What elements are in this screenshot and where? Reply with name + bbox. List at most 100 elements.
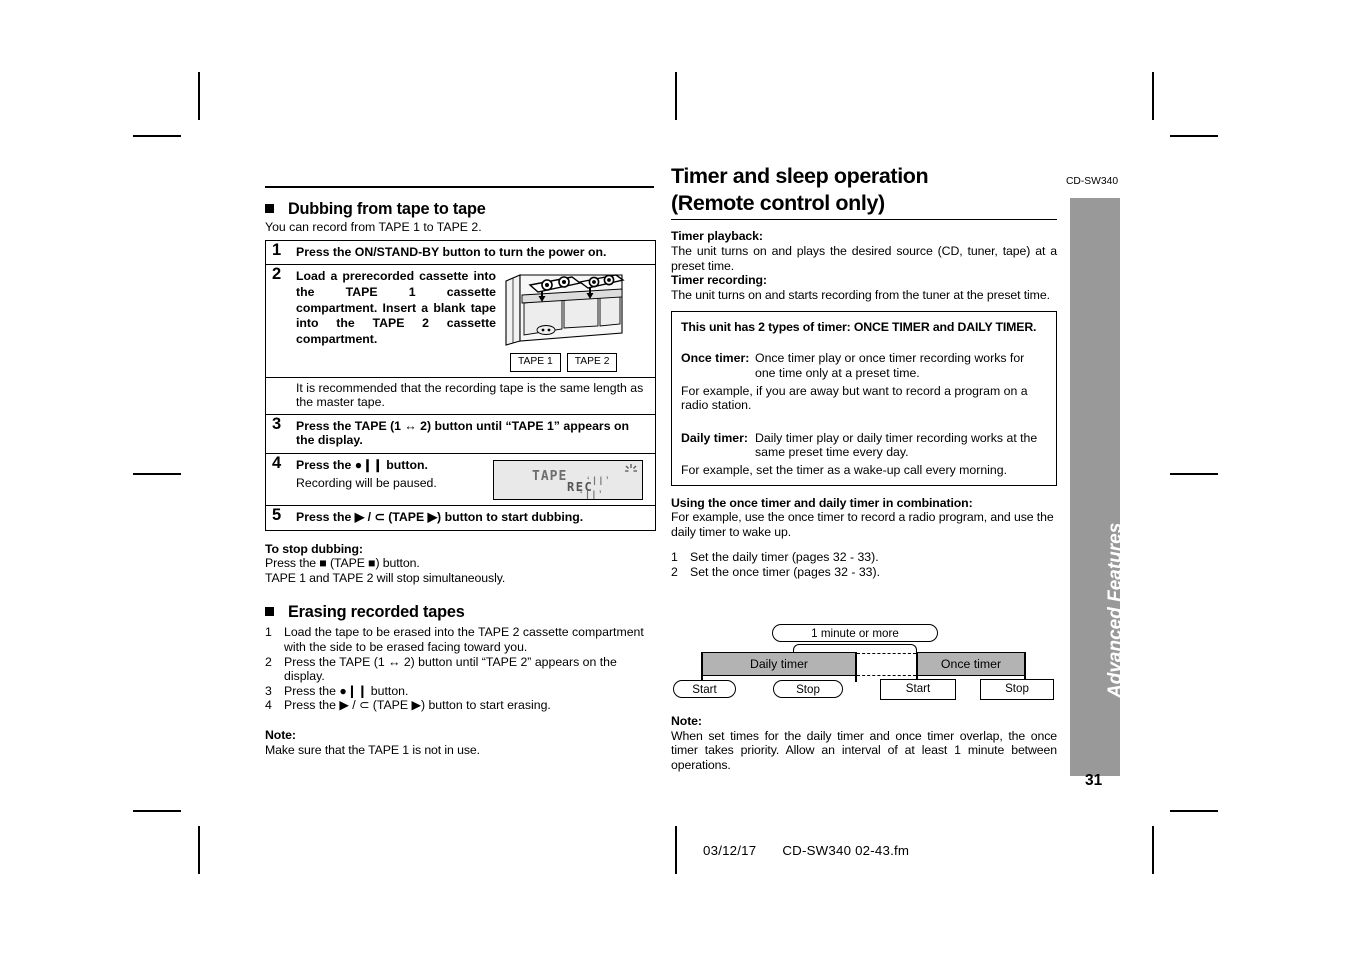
once-timer-desc: Once timer play or once timer recording …	[755, 351, 1025, 380]
step-text: Press the ●❙❙ button.	[296, 458, 428, 473]
lcd-display-figure: TAPE REC ‘ | | ’ ‘ | | ’	[493, 460, 643, 501]
list-number: 4	[265, 698, 272, 713]
erasing-note-block: Note: Make sure that the TAPE 1 is not i…	[265, 728, 654, 757]
once-timer-label: Once timer:	[681, 351, 750, 366]
dubbing-step-2: 2 Load a prerecorded cassette into the T…	[266, 265, 655, 378]
crop-mark-bottom-center-v	[675, 826, 677, 874]
crop-mark-mid-right-h	[1170, 473, 1218, 475]
left-column: Dubbing from tape to tape You can record…	[265, 186, 656, 757]
crop-mark-top-right-h	[1170, 135, 1218, 137]
bullet-square-icon	[265, 607, 274, 617]
page-title: Timer and sleep operation (Remote contro…	[671, 163, 1057, 216]
page-title-line-1: Timer and sleep operation	[671, 164, 929, 188]
once-timer-example: For example, if you are away but want to…	[681, 383, 1028, 413]
step-text-with-display: Press the ●❙❙ button. Recording will be …	[296, 454, 655, 505]
dubbing-step-1: 1 Press the ON/STAND-BY button to turn t…	[266, 241, 655, 266]
combination-steps-list: 1 Set the daily timer (pages 32 - 33). 2…	[671, 550, 1057, 579]
step-subtext: Recording will be paused.	[296, 475, 437, 490]
stop-dubbing-line-2: TAPE 1 and TAPE 2 will stop simultaneous…	[265, 570, 506, 585]
list-number: 2	[265, 654, 272, 669]
timer-recording-text: The unit turns on and starts recording f…	[671, 287, 1050, 302]
once-stop-rect: Stop	[980, 679, 1054, 700]
timer-playback-text: The unit turns on and plays the desired …	[671, 243, 1057, 273]
crop-mark-bottom-right-h	[1170, 810, 1218, 812]
daily-start-tick	[701, 652, 703, 682]
stop-dubbing-block: To stop dubbing: Press the ■ (TAPE ■) bu…	[265, 542, 654, 586]
dubbing-steps-table: 1 Press the ON/STAND-BY button to turn t…	[265, 239, 656, 531]
erasing-note-heading: Note:	[265, 727, 296, 742]
daily-timer-example: For example, set the timer as a wake-up …	[681, 462, 1007, 477]
step-number: 2	[272, 265, 282, 284]
crop-mark-top-center-v	[675, 72, 677, 120]
step-text: Press the TAPE (1 ↔ 2) button until “TAP…	[296, 418, 629, 448]
list-text: Press the ▶ / ⊂ (TAPE ▶) button to start…	[284, 698, 551, 713]
crop-mark-top-left-v	[198, 72, 200, 120]
timer-overlap-diagram: 1 minute or more Daily timer Once timer …	[665, 620, 1065, 705]
dubbing-step-3: 3 Press the TAPE (1 ↔ 2) button until “T…	[266, 414, 655, 455]
combination-heading: Using the once timer and daily timer in …	[671, 495, 973, 510]
step-text-with-figure: Load a prerecorded cassette into the TAP…	[296, 265, 655, 376]
lcd-blink-star-icon	[625, 464, 637, 472]
list-text: Load the tape to be erased into the TAPE…	[284, 625, 644, 655]
lcd-blink-top-icon: ‘ | | ’	[587, 475, 610, 486]
erasing-note-text: Make sure that the TAPE 1 is not in use.	[265, 742, 480, 757]
infobox-heading: This unit has 2 types of timer: ONCE TIM…	[681, 320, 1037, 335]
step-number: 4	[272, 454, 282, 473]
lcd-blink-bottom-icon: ‘ | | ’	[580, 489, 603, 500]
cassette-deck-illustration	[505, 274, 625, 347]
crop-mark-top-right-v	[1152, 72, 1154, 120]
manual-page: Dubbing from tape to tape You can record…	[0, 0, 1351, 954]
overlap-dashed-top	[857, 653, 916, 654]
daily-timer-desc: Daily timer play or daily timer recordin…	[755, 430, 1038, 460]
section-tab: Advanced Features	[1070, 198, 1126, 776]
crop-mark-bottom-right-v	[1152, 826, 1154, 874]
crop-mark-mid-left-h	[133, 473, 181, 475]
title-underline	[671, 219, 1057, 221]
cassette-deck-figure: TAPE 1 TAPE 2	[496, 269, 649, 372]
daily-stop-tick	[855, 652, 857, 682]
dubbing-recommendation-note: It is recommended that the recording tap…	[266, 378, 655, 415]
list-number: 1	[265, 625, 272, 640]
section-top-rule	[265, 186, 654, 189]
timer-recording-heading: Timer recording:	[671, 273, 767, 288]
list-item: 4 Press the ▶ / ⊂ (TAPE ▶) button to sta…	[265, 698, 654, 713]
tape-2-label: TAPE 2	[566, 353, 618, 372]
step-text: Load a prerecorded cassette into the TAP…	[296, 269, 496, 346]
footer-filename: CD-SW340 02-43.fm	[782, 843, 910, 858]
daily-stop-pill: Stop	[773, 680, 843, 698]
once-timer-row: Once timer: Once timer play or once time…	[681, 351, 1047, 380]
page-number: 31	[1085, 772, 1103, 789]
step-number: 5	[272, 506, 282, 525]
list-item: 1 Set the daily timer (pages 32 - 33).	[671, 550, 1057, 565]
list-text: Press the TAPE (1 ↔ 2) button until “TAP…	[284, 654, 617, 684]
erasing-steps-list: 1 Load the tape to be erased into the TA…	[265, 625, 654, 713]
list-text: Set the once timer (pages 32 - 33).	[690, 564, 881, 579]
overlap-dashed-bottom	[857, 675, 916, 676]
dubbing-heading-text: Dubbing from tape to tape	[288, 200, 486, 219]
dubbing-step-4: 4 Press the ●❙❙ button. Recording will b…	[266, 454, 655, 507]
right-column: Timer and sleep operation (Remote contro…	[671, 163, 1057, 579]
crop-mark-bottom-left-v	[198, 826, 200, 874]
step-text: Press the ▶ / ⊂ (TAPE ▶) button to start…	[296, 510, 584, 525]
section-tab-label: Advanced Features	[1105, 522, 1126, 698]
list-number: 1	[671, 550, 678, 565]
infobox-spacer	[681, 413, 1047, 431]
tape-1-label: TAPE 1	[510, 353, 561, 372]
daily-timer-bar: Daily timer	[701, 652, 857, 676]
timer-playback-heading: Timer playback:	[671, 229, 763, 244]
step-number: 1	[272, 240, 282, 259]
page-title-line-2: (Remote control only)	[671, 190, 885, 215]
list-item: 2 Press the TAPE (1 ↔ 2) button until “T…	[265, 655, 654, 684]
list-item: 3 Press the ●❙❙ button.	[265, 684, 654, 699]
crop-mark-bottom-left-h	[133, 810, 181, 812]
once-start-rect: Start	[880, 679, 956, 700]
stop-dubbing-heading: To stop dubbing:	[265, 541, 363, 556]
list-text: Press the ●❙❙ button.	[284, 683, 409, 698]
bullet-square-icon	[265, 204, 274, 214]
step-number: 3	[272, 414, 282, 433]
diagram-note-text: When set times for the daily timer and o…	[671, 728, 1057, 772]
list-item: 2 Set the once timer (pages 32 - 33).	[671, 565, 1057, 580]
timer-types-infobox: This unit has 2 types of timer: ONCE TIM…	[671, 311, 1057, 486]
footer-date: 03/12/17	[703, 843, 757, 858]
stop-dubbing-line-1: Press the ■ (TAPE ■) button.	[265, 556, 420, 571]
